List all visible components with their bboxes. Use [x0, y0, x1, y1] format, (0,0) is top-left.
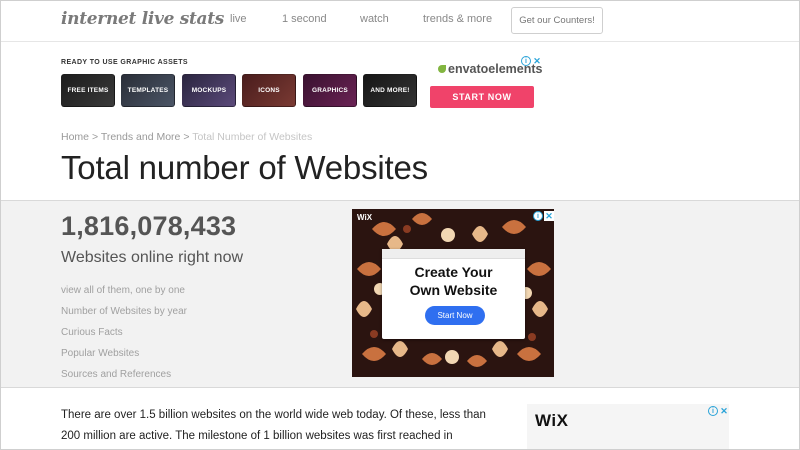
nav-trends-more[interactable]: trends & more — [423, 13, 492, 25]
counter-subtitle: Websites online right now — [61, 249, 244, 266]
websites-counter: 1,816,078,433 — [61, 211, 237, 241]
ad-close-icon[interactable]: ✕ — [532, 56, 542, 66]
link-sources-references[interactable]: Sources and References — [61, 369, 171, 380]
ad-info-icon[interactable]: i — [533, 211, 543, 221]
ad-tile-mockups[interactable]: MOCKUPS — [182, 74, 236, 107]
breadcrumb: Home > Trends and More > Total Number of… — [61, 131, 312, 143]
ad-close-icon[interactable]: ✕ — [719, 406, 729, 416]
ad-tile-icons[interactable]: ICONS — [242, 74, 296, 107]
wix-ad-headline-line2: Own Website — [409, 282, 498, 298]
envato-ad-banner[interactable]: READY TO USE GRAPHIC ASSETS FREE ITEMS T… — [0, 43, 800, 123]
breadcrumb-separator: > — [183, 131, 190, 143]
ad-tile-free-items[interactable]: FREE ITEMS — [61, 74, 115, 107]
breadcrumb-home[interactable]: Home — [61, 131, 89, 143]
wix-ad-headline: Create Your Own Website — [382, 263, 525, 299]
wix-ad-secondary[interactable]: WiX i ✕ — [527, 404, 729, 450]
breadcrumb-section[interactable]: Trends and More — [101, 131, 181, 143]
nav-live[interactable]: live — [230, 13, 247, 25]
wix-ad-logo: WiX — [357, 213, 373, 222]
wix-ad-secondary-logo: WiX — [535, 411, 569, 430]
envato-leaf-icon — [438, 65, 446, 73]
ad-tile-graphics[interactable]: GRAPHICS — [303, 74, 357, 107]
breadcrumb-current: Total Number of Websites — [192, 131, 313, 143]
browser-bar — [382, 249, 525, 259]
stats-band: 1,816,078,433 Websites online right now … — [0, 201, 800, 388]
ad-tile-templates[interactable]: TEMPLATES — [121, 74, 175, 107]
page-title: Total number of Websites — [61, 149, 428, 186]
ad-info-icon[interactable]: i — [708, 406, 718, 416]
get-counters-button[interactable]: Get our Counters! — [511, 7, 603, 34]
ad-info-icon[interactable]: i — [521, 56, 531, 66]
site-logo[interactable]: internet live stats — [61, 9, 224, 29]
nav-watch[interactable]: watch — [360, 13, 389, 25]
link-curious-facts[interactable]: Curious Facts — [61, 327, 123, 338]
ad-close-icon[interactable]: ✕ — [544, 211, 554, 221]
link-popular-websites[interactable]: Popular Websites — [61, 348, 139, 359]
ad-tile-and-more[interactable]: AND MORE! — [363, 74, 417, 107]
link-view-all[interactable]: view all of them, one by one — [61, 285, 185, 296]
nav-1-second[interactable]: 1 second — [282, 13, 327, 25]
wix-ad[interactable]: WiX i ✕ Create Your Own Website Start No… — [352, 209, 554, 377]
ad-start-now-button[interactable]: START NOW — [430, 86, 534, 108]
wix-ad-headline-line1: Create Your — [414, 264, 493, 280]
wix-start-now-button[interactable]: Start Now — [425, 306, 485, 325]
wix-ad-card: Create Your Own Website Start Now — [382, 249, 525, 339]
breadcrumb-separator: > — [91, 131, 99, 143]
intro-paragraph: There are over 1.5 billion websites on t… — [61, 409, 486, 442]
ad-ready-text: READY TO USE GRAPHIC ASSETS — [61, 59, 188, 66]
link-websites-by-year[interactable]: Number of Websites by year — [61, 306, 187, 317]
site-header: internet live stats live 1 second watch … — [0, 0, 800, 42]
